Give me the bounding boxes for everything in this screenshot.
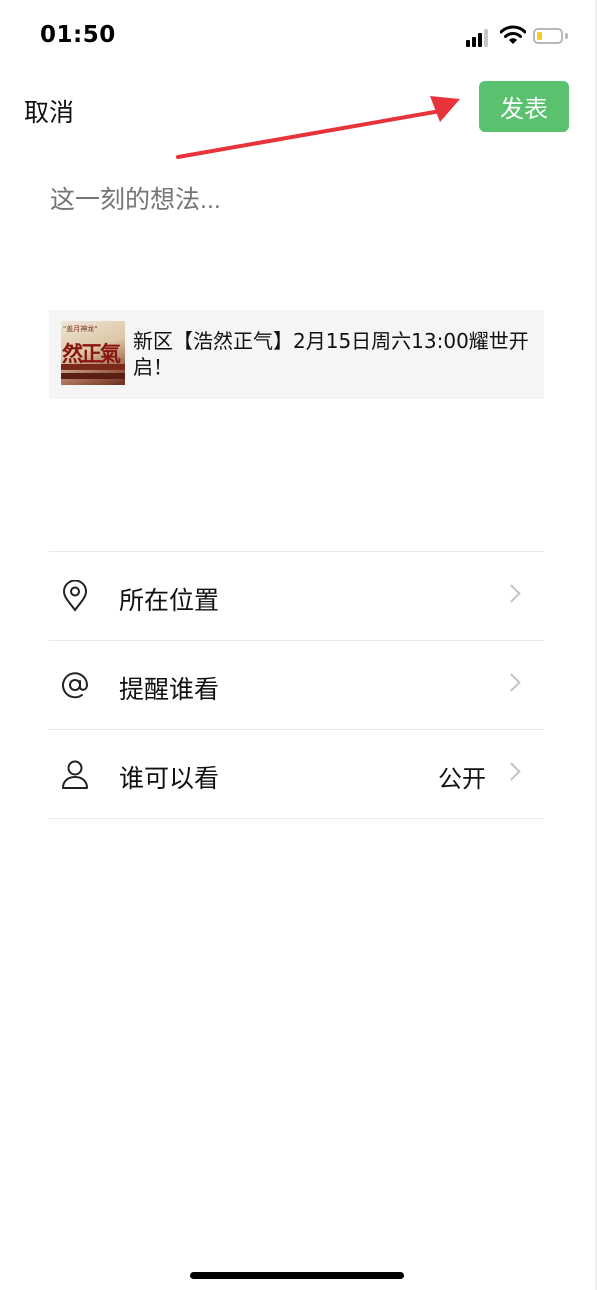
menu-item-label: 提醒谁看	[119, 675, 220, 704]
cancel-button[interactable]: 取消	[24, 93, 74, 129]
battery-cap	[565, 33, 568, 39]
chevron-right-icon	[502, 584, 521, 603]
menu-item-location[interactable]: 所在位置	[49, 552, 544, 641]
shared-link-thumbnail: "盖月神龙" 然正氣	[61, 321, 125, 385]
shared-link-title: 新区【浩然正气】2月15日周六13:00耀世开启！	[133, 329, 529, 379]
chevron-right-icon	[502, 762, 521, 781]
thought-input[interactable]	[50, 186, 540, 215]
options-list: 所在位置 提醒谁看 谁可以看 公开	[49, 551, 544, 819]
status-bar: 01:50	[0, 0, 597, 76]
at-sign-icon	[62, 672, 89, 699]
person-icon	[62, 760, 88, 789]
wifi-icon	[500, 25, 526, 44]
location-pin-icon	[62, 580, 88, 612]
status-time: 01:50	[40, 22, 116, 48]
publish-button[interactable]: 发表	[479, 81, 569, 132]
menu-item-label: 所在位置	[119, 586, 220, 615]
menu-item-remind[interactable]: 提醒谁看	[49, 641, 544, 730]
shared-link-card[interactable]: "盖月神龙" 然正氣 新区【浩然正气】2月15日周六13:00耀世开启！	[49, 310, 544, 399]
menu-item-visibility[interactable]: 谁可以看 公开	[49, 730, 544, 819]
annotation-arrow-icon	[176, 96, 460, 159]
battery-icon	[533, 28, 563, 44]
home-indicator[interactable]	[190, 1272, 404, 1279]
visibility-value: 公开	[438, 765, 486, 793]
chevron-right-icon	[502, 673, 521, 692]
signal-icon	[466, 29, 492, 47]
menu-item-label: 谁可以看	[119, 764, 220, 793]
